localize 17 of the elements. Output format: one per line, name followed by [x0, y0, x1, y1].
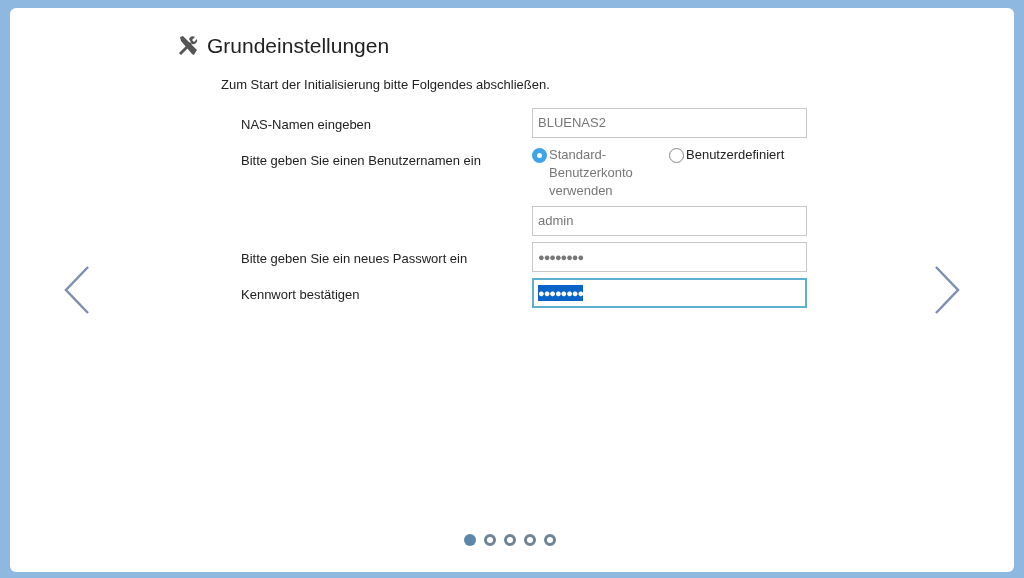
chevron-left-icon	[63, 265, 91, 315]
radio-label: Benutzerdefiniert	[686, 146, 785, 164]
radio-label: Standard-Benutzerkonto verwenden	[549, 146, 634, 200]
input-field[interactable]: BLUENAS2	[532, 108, 807, 138]
page-title: Grundeinstellungen	[207, 33, 390, 59]
radio-button[interactable]	[532, 148, 547, 163]
field-label: Bitte geben Sie einen Benutzernamen ein	[241, 152, 482, 170]
tools-icon	[177, 34, 199, 57]
field-label: NAS-Namen eingeben	[241, 116, 373, 134]
radio-button[interactable]	[669, 148, 684, 163]
password-field[interactable]: ●●●●●●●●	[532, 278, 807, 308]
input-field[interactable]: admin	[532, 206, 807, 236]
intro-text: Zum Start der Initialisierung bitte Folgendes abschließen.	[220, 75, 551, 94]
field-label: Kennwort bestätigen	[241, 286, 361, 304]
chevron-right-icon	[933, 265, 961, 315]
password-field[interactable]: ●●●●●●●●	[532, 242, 807, 272]
field-label: Bitte geben Sie ein neues Passwort ein	[241, 250, 469, 268]
